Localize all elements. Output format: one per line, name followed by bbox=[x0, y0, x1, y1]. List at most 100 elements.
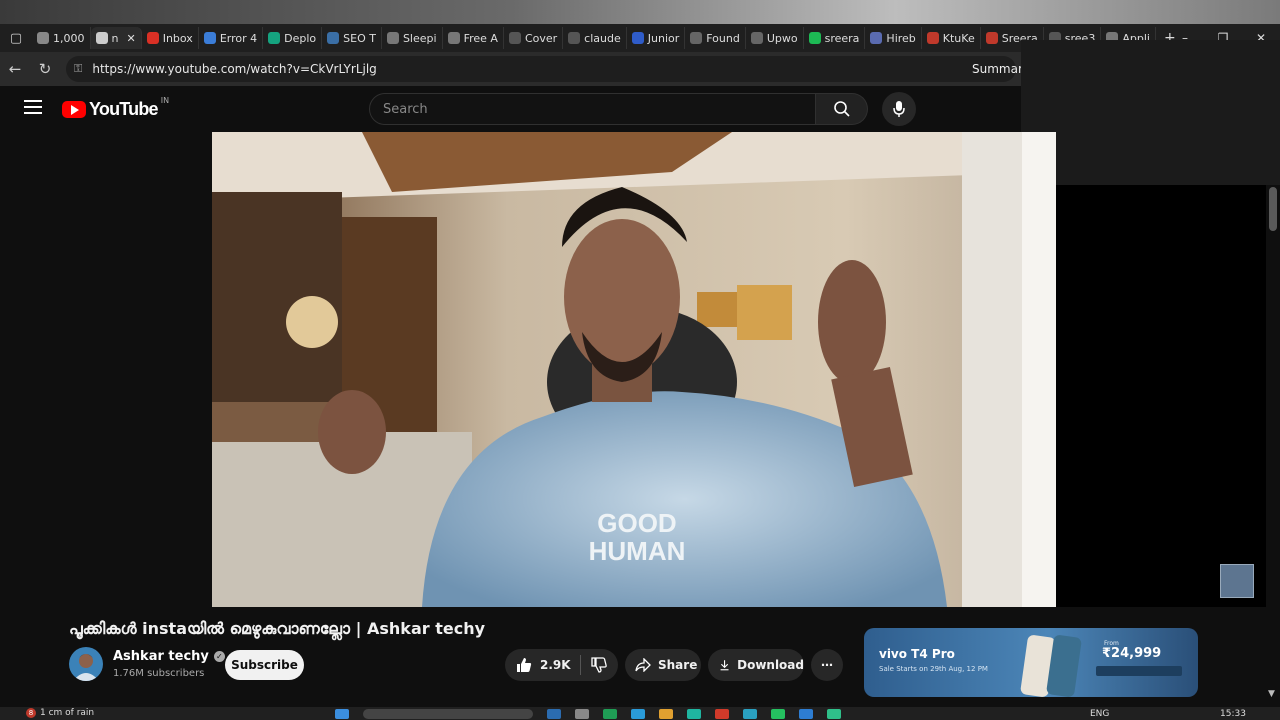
seo-icon bbox=[327, 32, 340, 44]
taskbar-search-box[interactable] bbox=[363, 709, 533, 719]
tab-label: Upwo bbox=[766, 31, 798, 45]
channel-name-row[interactable]: Ashkar techy ✓ bbox=[113, 649, 225, 664]
app-icon-4[interactable] bbox=[631, 709, 645, 719]
refresh-icon[interactable]: ↻ bbox=[30, 60, 60, 78]
search-icon bbox=[833, 101, 850, 117]
url-text: https://www.youtube.com/watch?v=CkVrLYrL… bbox=[92, 62, 377, 76]
browser-tab[interactable]: n ✕ bbox=[90, 27, 142, 49]
video-frame: GOOD HUMAN bbox=[212, 132, 1056, 607]
chart-icon bbox=[203, 32, 216, 44]
browser-tab[interactable]: sreera bbox=[804, 27, 866, 49]
screen: ▢ 1,000 n ✕ Inbox Error 4 Deplo SEO T Sleepi Fre… bbox=[0, 0, 1280, 720]
tab-label: Error 4 bbox=[219, 31, 258, 45]
browser-tab[interactable]: Found bbox=[685, 27, 746, 49]
browser-tab[interactable]: Free A bbox=[443, 27, 504, 49]
extension-popup-overlay bbox=[1021, 40, 1280, 185]
verified-check-icon: ✓ bbox=[213, 651, 225, 662]
tab-actions-icon[interactable]: ▢ bbox=[0, 31, 32, 46]
tab-label: Free A bbox=[463, 31, 498, 45]
close-tab-icon[interactable]: ✕ bbox=[126, 32, 135, 45]
tab-label: Deplo bbox=[284, 31, 317, 45]
browser-tab[interactable]: SEO T bbox=[322, 27, 382, 49]
browser-tab[interactable]: KtuKe bbox=[922, 27, 981, 49]
youtube-header: YouTube IN Search bbox=[0, 86, 1021, 132]
menu-icon[interactable] bbox=[24, 100, 42, 114]
browser-tab[interactable]: Upwo bbox=[746, 27, 804, 49]
diamond-icon bbox=[268, 32, 281, 44]
voice-search-button[interactable] bbox=[882, 92, 916, 126]
thumbs-down-icon bbox=[591, 657, 607, 673]
search-placeholder: Search bbox=[383, 101, 428, 117]
tab-label: claude bbox=[584, 31, 621, 45]
tab-label: SEO T bbox=[343, 31, 376, 45]
tab-list: 1,000 n ✕ Inbox Error 4 Deplo SEO T Sleepi Free … bbox=[32, 27, 1156, 49]
app-icon-6[interactable] bbox=[743, 709, 757, 719]
app-icon-7[interactable] bbox=[827, 709, 841, 719]
tab-label: 1,000 bbox=[53, 31, 85, 45]
browser-tab[interactable]: Sleepi bbox=[382, 27, 443, 49]
youtube-play-icon bbox=[62, 101, 86, 118]
scroll-down-arrow-icon[interactable]: ▼ bbox=[1268, 689, 1275, 699]
app-icon-1[interactable] bbox=[547, 709, 561, 719]
channel-thumbnail[interactable] bbox=[1220, 564, 1254, 598]
desktop-wallpaper-strip bbox=[0, 0, 1280, 24]
weather-text: 1 cm of rain bbox=[40, 708, 95, 718]
site-info-icon[interactable]: ⚿ bbox=[74, 62, 82, 76]
sidebar-area bbox=[1056, 185, 1266, 607]
file-explorer-icon[interactable] bbox=[659, 709, 673, 719]
clock[interactable]: 15:33 bbox=[1220, 709, 1246, 719]
share-button[interactable]: Share bbox=[625, 649, 701, 681]
like-dislike-group: 2.9K bbox=[505, 649, 618, 681]
video-player[interactable]: GOOD HUMAN bbox=[212, 132, 1056, 607]
download-button[interactable]: Download bbox=[708, 649, 804, 681]
app-icon-3[interactable] bbox=[603, 709, 617, 719]
logo-text: YouTube bbox=[89, 99, 159, 119]
like-button[interactable]: 2.9K bbox=[505, 655, 581, 675]
scrollbar-thumb[interactable] bbox=[1269, 187, 1277, 231]
channel-avatar[interactable] bbox=[69, 647, 103, 681]
youtube-logo[interactable]: YouTube IN bbox=[62, 96, 169, 120]
tab-label: Junior bbox=[647, 31, 680, 45]
blue-circle-icon bbox=[631, 32, 644, 44]
app-icon-2[interactable] bbox=[575, 709, 589, 719]
vscode-icon[interactable] bbox=[799, 709, 813, 719]
like-count: 2.9K bbox=[540, 658, 571, 672]
browser-tab[interactable]: 1,000 bbox=[32, 27, 91, 49]
more-actions-button[interactable]: ⋯ bbox=[811, 649, 843, 681]
browser-tab[interactable]: claude bbox=[563, 27, 627, 49]
channel-name[interactable]: Ashkar techy bbox=[113, 649, 209, 664]
browser-tab[interactable]: Inbox bbox=[142, 27, 199, 49]
start-icon[interactable] bbox=[335, 709, 349, 719]
search-input[interactable]: Search bbox=[369, 93, 816, 125]
browser-tab[interactable]: Junior bbox=[627, 27, 686, 49]
language-indicator[interactable]: ENG bbox=[1090, 709, 1109, 719]
github-icon bbox=[568, 32, 581, 44]
p-icon bbox=[447, 32, 460, 44]
page-scrollbar[interactable]: ▼ bbox=[1266, 185, 1280, 705]
weather-widget[interactable]: 8 1 cm of rain bbox=[26, 708, 94, 718]
back-arrow-icon[interactable]: ← bbox=[0, 60, 30, 78]
share-label: Share bbox=[658, 658, 698, 672]
dislike-button[interactable] bbox=[581, 657, 607, 673]
ad-product-strip bbox=[1096, 666, 1182, 676]
ad-tagline: Sale Starts on 29th Aug, 12 PM bbox=[879, 665, 988, 673]
subscribe-button[interactable]: Subscribe bbox=[225, 650, 304, 680]
p-icon bbox=[386, 32, 399, 44]
gmail-icon bbox=[146, 32, 159, 44]
tab-label: sreera bbox=[824, 31, 860, 45]
whatsapp-icon[interactable] bbox=[771, 709, 785, 719]
sponsored-ad-banner[interactable]: vivo T4 Pro Sale Starts on 29th Aug, 12 … bbox=[864, 628, 1198, 697]
address-bar[interactable]: ⚿ https://www.youtube.com/watch?v=CkVrLY… bbox=[66, 56, 1016, 82]
edge-icon[interactable] bbox=[687, 709, 701, 719]
browser-tab[interactable]: Cover bbox=[504, 27, 564, 49]
download-icon bbox=[720, 660, 729, 671]
app-icon-5[interactable] bbox=[715, 709, 729, 719]
download-label: Download bbox=[737, 658, 804, 672]
shirt-text-good: GOOD bbox=[597, 508, 676, 538]
browser-tab[interactable]: Hireb bbox=[865, 27, 922, 49]
video-title: പൂക്കികൾ instaയിൽ മെഴുകുവാണല്ലോ | Ashkar… bbox=[69, 619, 486, 638]
browser-tab[interactable]: Error 4 bbox=[199, 27, 264, 49]
search-button[interactable] bbox=[816, 93, 868, 125]
subscriber-count: 1.76M subscribers bbox=[113, 668, 205, 679]
browser-tab[interactable]: Deplo bbox=[263, 27, 323, 49]
